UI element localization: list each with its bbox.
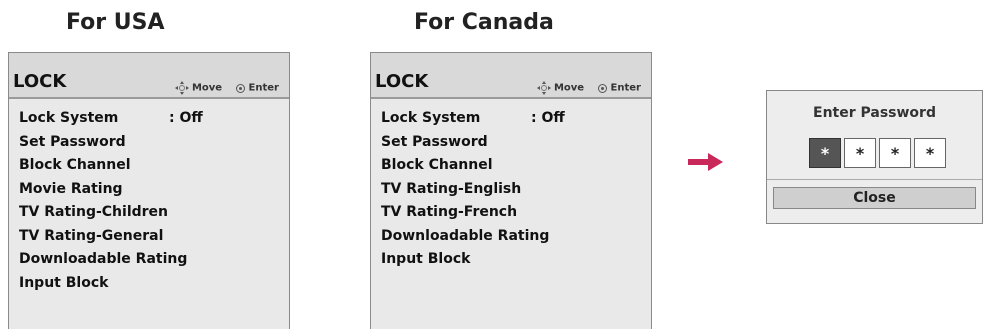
menu-item-tv-rating-french[interactable]: TV Rating-French [381,201,651,225]
menu-item-set-password[interactable]: Set Password [19,131,289,155]
menu-item-input-block[interactable]: Input Block [381,248,651,272]
menu-item-label: TV Rating-French [381,204,518,220]
canada-menu-header: LOCK Move Enter [371,53,651,99]
enter-icon [597,83,607,93]
password-digit[interactable]: * [844,138,876,168]
menu-item-downloadable-rating[interactable]: Downloadable Rating [381,225,651,249]
menu-item-movie-rating[interactable]: Movie Rating [19,178,289,202]
menu-item-label: Lock System [19,110,119,126]
move-arrows-icon [536,80,552,96]
menu-item-label: Lock System [381,110,481,126]
usa-menu-title: LOCK [13,71,67,92]
enter-label: Enter [248,82,279,94]
move-arrows-icon [174,80,190,96]
password-input[interactable]: * * * * [809,138,946,168]
canada-menu-list: Lock System : Off Set Password Block Chan… [371,99,651,272]
canada-lock-menu: LOCK Move Enter Lock System : Off Set Pas… [370,52,652,329]
menu-item-block-channel[interactable]: Block Channel [19,154,289,178]
menu-item-set-password[interactable]: Set Password [381,131,651,155]
usa-lock-menu: LOCK Move Enter Lock System : Off Set Pas… [8,52,290,329]
password-digit[interactable]: * [914,138,946,168]
usa-menu-list: Lock System : Off Set Password Block Chan… [9,99,289,295]
menu-item-label: Downloadable Rating [381,227,550,244]
menu-item-block-channel[interactable]: Block Channel [381,154,651,178]
menu-item-label: Movie Rating [19,180,123,197]
move-label: Move [553,82,585,94]
dialog-title: Enter Password [813,105,936,121]
password-digit[interactable]: * [879,138,911,168]
menu-item-label: Block Channel [381,157,493,173]
password-digit[interactable]: * [809,138,841,168]
menu-item-lock-system[interactable]: Lock System : Off [381,107,651,131]
enter-password-dialog: Enter Password * * * * Close [766,90,983,224]
menu-item-label: TV Rating-Children [19,204,169,220]
menu-item-label: TV Rating-English [381,180,522,197]
usa-heading: For USA [66,10,165,35]
divider [767,179,982,180]
menu-item-downloadable-rating[interactable]: Downloadable Rating [19,248,289,272]
usa-nav-hints: Move Enter [174,80,279,96]
canada-heading: For Canada [414,10,554,35]
enter-label: Enter [610,82,641,94]
right-arrow-icon [688,153,723,171]
menu-item-label: Set Password [381,133,488,150]
menu-item-label: Input Block [381,251,471,267]
menu-item-label: Input Block [19,274,109,291]
menu-item-value: : Off [531,110,565,126]
menu-item-input-block[interactable]: Input Block [19,272,289,296]
canada-nav-hints: Move Enter [536,80,641,96]
menu-item-label: Block Channel [19,157,131,173]
move-label: Move [191,82,223,94]
menu-item-label: TV Rating-General [19,227,164,244]
menu-item-value: : Off [169,110,203,126]
usa-menu-header: LOCK Move Enter [9,53,289,99]
menu-item-lock-system[interactable]: Lock System : Off [19,107,289,131]
menu-item-tv-rating-general[interactable]: TV Rating-General [19,225,289,249]
enter-icon [235,83,245,93]
canada-menu-title: LOCK [375,71,429,92]
menu-item-tv-rating-english[interactable]: TV Rating-English [381,178,651,202]
menu-item-tv-rating-children[interactable]: TV Rating-Children [19,201,289,225]
close-button[interactable]: Close [773,187,976,209]
menu-item-label: Set Password [19,133,126,150]
menu-item-label: Downloadable Rating [19,251,188,267]
